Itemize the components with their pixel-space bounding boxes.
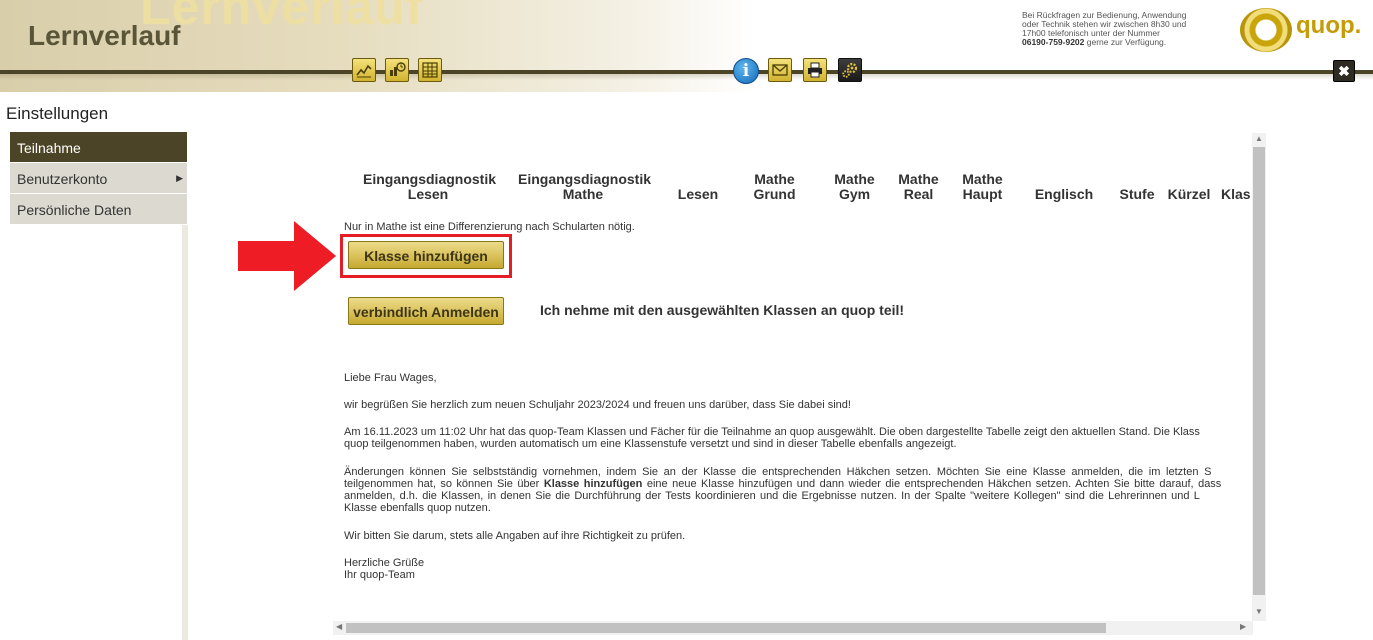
column-header: Eingangsdiagnostik Mathe: [518, 171, 652, 202]
settings-icon[interactable]: [838, 58, 862, 82]
column-header: Mathe Haupt: [962, 171, 1003, 202]
letter-paragraph: teilgenommen hat, so können Sie über Kla…: [344, 478, 1222, 490]
mail-icon[interactable]: [768, 58, 792, 82]
column-header: Eingangsdiagnostik Lesen: [363, 171, 497, 202]
support-line: 06190-759-9202 gerne zur Verfügung.: [1022, 38, 1222, 47]
column-header: Klas: [1221, 186, 1251, 202]
add-class-button[interactable]: Klasse hinzufügen: [348, 241, 504, 269]
horizontal-scrollbar-thumb[interactable]: [346, 623, 1106, 633]
letter: Liebe Frau Wages, wir begrüßen Sie herzl…: [335, 360, 1255, 600]
chevron-right-icon: ▶: [176, 173, 183, 183]
register-button[interactable]: verbindlich Anmelden: [348, 297, 504, 325]
scroll-right-icon[interactable]: ▶: [1240, 622, 1246, 631]
close-button[interactable]: ✖: [1333, 60, 1355, 82]
header-watermark: Lernverlauf: [140, 0, 424, 35]
letter-paragraph: Am 16.11.2023 um 11:02 Uhr hat das quop-…: [344, 426, 1200, 438]
support-tail: gerne zur Verfügung.: [1084, 37, 1167, 47]
header-divider: [0, 70, 1373, 74]
sidebar-item-teilnahme[interactable]: Teilnahme: [10, 132, 187, 163]
column-header: Mathe Grund: [753, 171, 796, 202]
header-shadow: [0, 74, 1373, 80]
add-class-reference: Klasse hinzufügen: [543, 478, 643, 490]
app-header: Lernverlauf Lernverlauf i Bei Rückfragen…: [0, 0, 1373, 92]
sidebar-item-label: Benutzerkonto: [17, 171, 108, 187]
differentiation-note: Nur in Mathe ist eine Differenzierung na…: [344, 221, 635, 233]
letter-greeting: Liebe Frau Wages,: [344, 372, 437, 384]
app-title: Lernverlauf: [28, 20, 181, 51]
scroll-up-icon[interactable]: ▲: [1255, 134, 1263, 143]
chart-clock-icon[interactable]: [385, 58, 409, 82]
calendar-table-icon[interactable]: [418, 58, 442, 82]
scroll-down-icon[interactable]: ▼: [1255, 607, 1263, 616]
letter-paragraph: anmelden, d.h. die Klassen, in denen Sie…: [344, 490, 1200, 502]
column-header: Mathe Gym: [834, 171, 875, 202]
support-phone: 06190-759-9202: [1022, 37, 1085, 47]
letter-paragraph: Änderungen können Sie selbstständig vorn…: [344, 466, 1212, 478]
scroll-left-icon[interactable]: ◀: [336, 622, 342, 631]
sidebar-item-benutzerkonto[interactable]: Benutzerkonto ▶: [10, 163, 187, 194]
sidebar-item-persoenliche-daten[interactable]: Persönliche Daten: [10, 194, 187, 225]
logo-text: quop.: [1296, 12, 1362, 39]
commit-text: Ich nehme mit den ausgewählten Klassen a…: [540, 302, 905, 318]
sidebar-panel: [10, 225, 188, 640]
column-header: Englisch: [1034, 186, 1094, 202]
sidebar-item-label: Teilnahme: [17, 140, 81, 156]
letter-signature: Ihr quop-Team: [344, 569, 415, 581]
arrow-right-icon: [238, 221, 336, 291]
letter-paragraph: Klasse ebenfalls quop nutzen.: [344, 502, 491, 514]
letter-paragraph: quop teilgenommen haben, wurden automati…: [344, 438, 957, 450]
column-header: Kürzel: [1167, 186, 1211, 202]
letter-paragraph: wir begrüßen Sie herzlich zum neuen Schu…: [344, 399, 851, 411]
letter-closing: Herzliche Grüße: [344, 557, 425, 569]
support-info: Bei Rückfragen zur Bedienung, Anwendung …: [1022, 11, 1222, 47]
letter-paragraph: Wir bitten Sie darum, stets alle Angaben…: [344, 530, 686, 542]
column-header: Lesen: [677, 186, 719, 202]
vertical-scrollbar-thumb[interactable]: [1253, 147, 1265, 595]
logo-circle-icon: [1240, 8, 1292, 52]
info-icon[interactable]: i: [733, 58, 759, 84]
column-header: Mathe Real: [898, 171, 939, 202]
section-title: Einstellungen: [6, 104, 109, 123]
quop-logo: quop.: [1240, 8, 1364, 52]
column-header: Stufe: [1119, 186, 1155, 202]
sidebar-item-label: Persönliche Daten: [17, 202, 132, 218]
chart-line-icon[interactable]: [352, 58, 376, 82]
print-icon[interactable]: [803, 58, 827, 82]
